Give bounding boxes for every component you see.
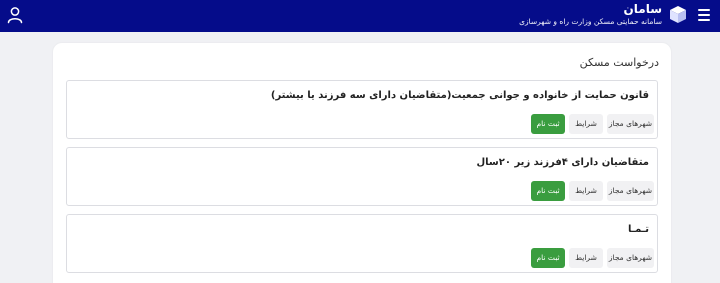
page-title: درخواست مسکن xyxy=(579,56,659,69)
program-card: متقاضیان دارای ۴فرزند زیر ۲۰سال شهرهای م… xyxy=(66,147,658,206)
program-title: قانون حمایت از خانواده و جوانی جمعیت(متق… xyxy=(270,90,649,101)
user-profile-icon[interactable] xyxy=(6,6,24,24)
program-title: متقاضیان دارای ۴فرزند زیر ۲۰سال xyxy=(476,157,650,168)
box-logo-icon xyxy=(670,6,686,23)
conditions-button[interactable]: شرایط xyxy=(569,114,603,134)
allowed-cities-button[interactable]: شهرهای مجاز xyxy=(607,114,654,134)
app-title: سامان xyxy=(623,2,662,16)
register-button[interactable]: ثبت نام xyxy=(531,248,565,268)
housing-request-panel: درخواست مسکن قانون حمایت از خانواده و جو… xyxy=(53,43,671,283)
allowed-cities-button[interactable]: شهرهای مجاز xyxy=(607,181,654,201)
app-subtitle: سامانه حمایتی مسکن وزارت راه و شهرسازی xyxy=(519,17,662,26)
hamburger-menu-icon[interactable] xyxy=(696,7,710,21)
program-title: تـمـا xyxy=(627,224,649,235)
program-card: تـمـا شهرهای مجاز شرایط ثبت نام xyxy=(66,214,658,273)
top-header: سامان سامانه حمایتی مسکن وزارت راه و شهر… xyxy=(0,0,720,32)
program-card: قانون حمایت از خانواده و جوانی جمعیت(متق… xyxy=(66,80,658,139)
register-button[interactable]: ثبت نام xyxy=(531,181,565,201)
register-button[interactable]: ثبت نام xyxy=(531,114,565,134)
allowed-cities-button[interactable]: شهرهای مجاز xyxy=(607,248,654,268)
conditions-button[interactable]: شرایط xyxy=(569,248,603,268)
conditions-button[interactable]: شرایط xyxy=(569,181,603,201)
